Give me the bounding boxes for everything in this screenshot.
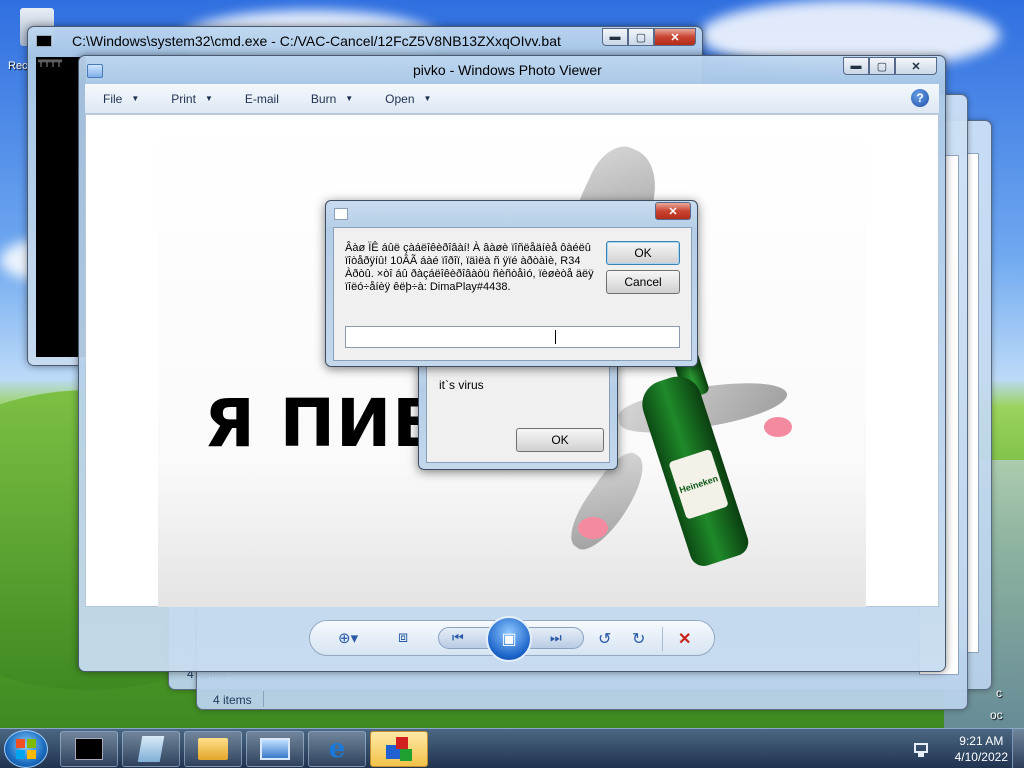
minimize-button[interactable]: ▬ — [843, 57, 869, 75]
divider — [662, 627, 663, 651]
slideshow-icon: ▣ — [501, 631, 517, 648]
close-button[interactable]: ✕ — [895, 57, 937, 75]
photo-viewer-menubar: File ▼ Print ▼ E-mail Burn ▼ Open ▼ ? — [85, 84, 939, 114]
partial-desktop-text: c — [996, 686, 1002, 700]
bottle-label: Heineken — [668, 448, 729, 520]
cmd-console-text: ╤╤╤╤ — [38, 57, 63, 68]
chevron-down-icon: ▼ — [423, 94, 432, 103]
menu-label: E-mail — [244, 91, 279, 106]
clock-time: 9:21 AM — [959, 734, 1004, 748]
menu-email[interactable]: E-mail — [227, 84, 293, 113]
taskbar-internet-explorer[interactable]: e — [308, 731, 366, 767]
delete-icon[interactable]: ✕ — [678, 629, 691, 649]
actual-size-icon[interactable]: ⧈ — [398, 629, 408, 647]
taskbar-explorer[interactable] — [184, 731, 242, 767]
cancel-button[interactable]: Cancel — [606, 270, 680, 294]
next-icon[interactable]: ⏭ — [550, 630, 562, 646]
clock-date: 4/10/2022 — [954, 750, 1008, 764]
ransom-message: Âàø ÏÊ áûë çàáëîêèðîâàí! À âàøè ïîñëåäíè… — [345, 242, 594, 293]
maximize-button[interactable]: ▢ — [869, 57, 895, 75]
close-button[interactable]: ✕ — [655, 202, 691, 220]
notepad-icon — [137, 736, 165, 762]
photo-viewer-icon — [260, 738, 290, 760]
menu-open[interactable]: Open ▼ — [367, 84, 445, 113]
folder-icon — [198, 738, 228, 760]
menu-burn[interactable]: Burn ▼ — [293, 84, 367, 113]
taskbar-notepad[interactable] — [122, 731, 180, 767]
taskbar-virus-app[interactable] — [370, 731, 428, 767]
menu-label: Burn — [310, 91, 337, 106]
photo-viewer-app-icon — [87, 64, 103, 78]
recycle-bin-label: Rec — [8, 60, 28, 72]
slideshow-button[interactable]: ▣ — [486, 616, 532, 662]
chevron-down-icon: ▼ — [204, 94, 213, 103]
start-button[interactable] — [4, 730, 48, 768]
ok-button[interactable]: OK — [606, 241, 680, 265]
taskbar: e 9:21 AM 4/10/2022 — [0, 728, 1024, 768]
menu-label: Open — [385, 91, 415, 106]
chevron-down-icon: ▼ — [131, 94, 140, 103]
maximize-button[interactable]: ▢ — [628, 28, 654, 46]
taskbar-photo-viewer[interactable] — [246, 731, 304, 767]
divider — [263, 691, 264, 707]
partial-desktop-text: oc — [990, 708, 1003, 722]
window-app-icon — [334, 208, 348, 220]
network-icon[interactable] — [912, 741, 930, 757]
show-desktop-button[interactable] — [1012, 729, 1024, 768]
menu-label: Print — [171, 91, 196, 106]
taskbar-cmd[interactable] — [60, 731, 118, 767]
system-tray: 9:21 AM 4/10/2022 — [904, 729, 1024, 768]
rotate-cw-icon[interactable]: ↻ — [632, 629, 645, 649]
ransom-dialog-titlebar[interactable]: ✕ — [326, 201, 697, 225]
minimize-button[interactable]: ▬ — [602, 28, 628, 46]
clock[interactable]: 9:21 AM 4/10/2022 — [955, 733, 1008, 765]
help-icon[interactable]: ? — [911, 89, 929, 107]
virus-dialog[interactable]: it`s virus OK — [418, 358, 618, 470]
ok-button[interactable]: OK — [516, 428, 604, 452]
item-count: 4 items — [213, 693, 252, 707]
creature-hand — [764, 417, 792, 437]
cmd-app-icon — [36, 35, 52, 47]
virus-dialog-message: it`s virus — [439, 378, 484, 392]
windows-logo-icon — [16, 739, 36, 759]
rotate-ccw-icon[interactable]: ↺ — [598, 629, 611, 649]
previous-icon[interactable]: ⏮ — [452, 630, 464, 646]
cmd-icon — [75, 738, 103, 760]
photo-caption: Я ПИВ — [204, 385, 444, 462]
photo-viewer-toolbar: ⊕▾ ⧈ ⏮ ▣ ⏭ ↺ ↻ ✕ — [309, 616, 715, 662]
unlock-key-input[interactable] — [345, 326, 680, 348]
ransom-input-dialog[interactable]: ✕ Âàø ÏÊ áûë çàáëîêèðîâàí! À âàøè ïîñëåä… — [325, 200, 698, 367]
menu-file[interactable]: File ▼ — [85, 84, 153, 113]
photo-viewer-title: pivko - Windows Photo Viewer — [413, 62, 602, 78]
virus-dialog-body: it`s virus OK — [426, 365, 610, 463]
zoom-icon[interactable]: ⊕▾ — [338, 629, 358, 647]
cmd-title: C:\Windows\system32\cmd.exe - C:/VAC-Can… — [72, 33, 561, 49]
menu-label: File — [103, 91, 123, 106]
text-cursor — [555, 330, 556, 344]
close-button[interactable]: ✕ — [654, 28, 696, 46]
cmd-caption-buttons: ▬ ▢ ✕ — [602, 28, 696, 46]
photo-viewer-titlebar[interactable]: pivko - Windows Photo Viewer ▬ ▢ ✕ — [79, 56, 945, 84]
photo-viewer-caption-buttons: ▬ ▢ ✕ — [843, 57, 937, 75]
app-blocks-icon — [384, 735, 414, 763]
chevron-down-icon: ▼ — [345, 94, 354, 103]
creature-hand — [578, 517, 608, 539]
cmd-titlebar[interactable]: C:\Windows\system32\cmd.exe - C:/VAC-Can… — [28, 27, 702, 55]
menu-print[interactable]: Print ▼ — [153, 84, 227, 113]
internet-explorer-icon: e — [328, 734, 346, 764]
ransom-dialog-body: Âàø ÏÊ áûë çàáëîêèðîâàí! À âàøè ïîñëåäíè… — [333, 227, 692, 361]
